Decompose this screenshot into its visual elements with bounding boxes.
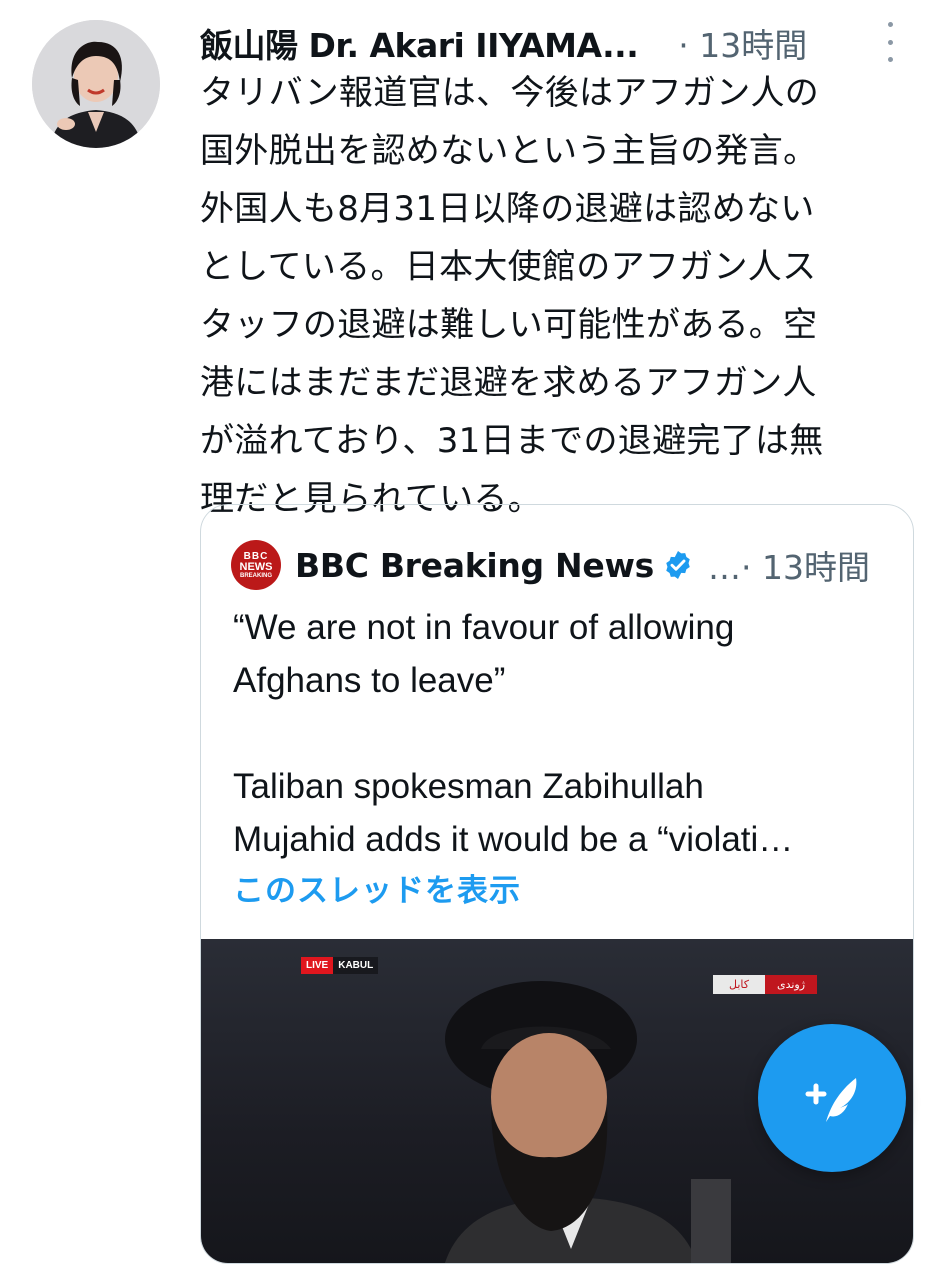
live-badge: LIVE KABUL xyxy=(301,957,379,974)
news-logo-text: NEWS xyxy=(239,560,273,573)
author-avatar[interactable] xyxy=(32,20,160,148)
verified-badge-icon xyxy=(666,551,690,579)
breaking-logo-text: BREAKING xyxy=(239,572,272,579)
more-vertical-icon[interactable] xyxy=(883,22,897,62)
city-label: KABUL xyxy=(333,957,379,974)
show-thread-link[interactable]: このスレッドを表示 xyxy=(233,865,521,910)
tweet-timestamp[interactable]: · 13時間 xyxy=(678,19,807,67)
tweet-header: 飯山陽 Dr. Akari IIYAMA... · 13時間 xyxy=(200,18,920,68)
quoted-author-name[interactable]: BBC Breaking News xyxy=(295,546,654,585)
spokesman-figure xyxy=(401,979,741,1263)
live-label: LIVE xyxy=(301,957,334,974)
bbc-news-logo[interactable]: BBC NEWS BREAKING xyxy=(231,540,281,590)
quoted-timestamp[interactable]: …· 13時間 xyxy=(708,541,870,589)
compose-tweet-icon xyxy=(805,1078,857,1122)
quoted-tweet-text: “We are not in favour of allowing Afghan… xyxy=(233,608,794,859)
compose-tweet-button[interactable] xyxy=(758,1024,906,1172)
caption-live: ژوندی xyxy=(764,975,818,994)
author-avatar-image xyxy=(32,20,160,148)
tweet-author-name[interactable]: 飯山陽 Dr. Akari IIYAMA... xyxy=(200,19,639,67)
tweet-text: タリバン報道官は、今後はアフガン人の 国外脱出を認めないという主旨の発言。 外国… xyxy=(200,73,824,519)
bbc-logo-text: BBC xyxy=(243,550,269,562)
quoted-tweet-header: BBC NEWS BREAKING BBC Breaking News …· 1… xyxy=(231,537,870,593)
